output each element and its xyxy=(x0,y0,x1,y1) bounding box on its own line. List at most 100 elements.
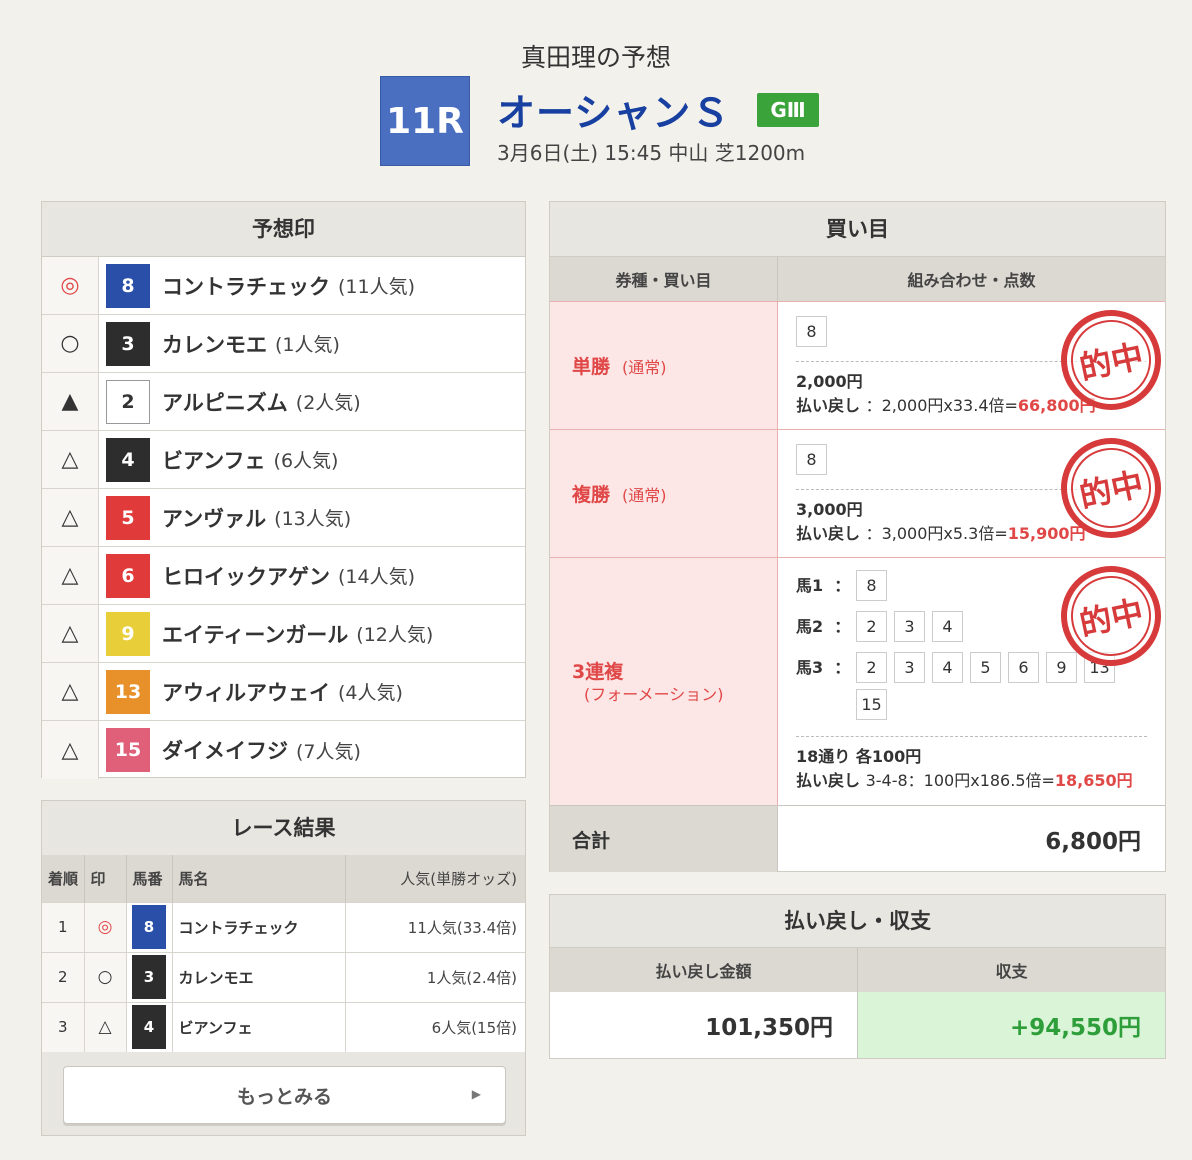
horse-name: エイティーンガール xyxy=(162,622,349,647)
race-name: オーシャンＳ xyxy=(497,91,731,135)
prediction-mark: △ xyxy=(42,547,99,604)
prediction-mark: △ xyxy=(84,1001,127,1052)
prediction-row: ▲ 2 アルピニズム (2人気) xyxy=(42,373,525,431)
col-balance: 収支 xyxy=(995,962,1028,981)
table-row: 2 ○ 3 カレンモエ 1人気(2.4倍) xyxy=(42,951,525,1002)
horse-name: カレンモエ xyxy=(172,951,347,1002)
popularity: (2人気) xyxy=(295,392,361,414)
summary-column-header: 払い戻し金額 収支 xyxy=(550,948,1165,992)
prediction-list: ◎ 8 コントラチェック (11人気) ○ 3 カレンモエ (1人気) ▲ 2 アルピニズム (2人気… xyxy=(42,257,525,779)
horse-name: アンヴァル xyxy=(162,506,267,531)
horse-name: コントラチェック xyxy=(172,901,347,952)
prediction-row: ○ 3 カレンモエ (1人気) xyxy=(42,315,525,373)
payout-line: 払い戻し 3-4-8：100円x186.5倍=18,650円 xyxy=(796,769,1147,793)
horse-number-cell: 4 xyxy=(126,1001,173,1052)
popularity: (1人気) xyxy=(275,334,340,356)
horse-number-box: 3 xyxy=(894,652,925,683)
balance-amount: +94,550円 xyxy=(858,992,1165,1058)
horse-number-box: 9 xyxy=(1046,652,1077,683)
race-info: 3月6日(土) 15:45 中山 芝1200m xyxy=(497,141,806,165)
rank: 2 xyxy=(42,951,85,1002)
payout-label: 払い戻し xyxy=(796,396,861,415)
horse-number-box: 8 xyxy=(796,444,827,475)
prediction-row: △ 5 アンヴァル (13人気) xyxy=(42,489,525,547)
horse-name: ビアンフェ xyxy=(162,448,266,473)
payout-summary-panel: 払い戻し・収支 払い戻し金額 収支 101,350円 +94,550円 xyxy=(549,894,1166,1059)
horse-name: アウィルアウェイ xyxy=(162,680,330,705)
popularity: (6人気) xyxy=(273,450,339,472)
prediction-row: ◎ 8 コントラチェック (11人気) xyxy=(42,257,525,315)
horse-number-box: 4 xyxy=(932,652,963,683)
payout-amount: 101,350円 xyxy=(550,992,858,1058)
horse-name: アルピニズム xyxy=(162,390,288,415)
horse3-label: 馬3 ： xyxy=(796,658,851,677)
popularity: 1人気(2.4倍) xyxy=(345,951,525,1002)
panel-title: 予想印 xyxy=(42,202,525,257)
bet-type: 単勝 (通常) xyxy=(550,302,778,429)
horse-number-badge: 4 xyxy=(106,437,150,482)
bet-row-win: 単勝 (通常) 8 2,000円 払い戻し ：2,000円x33.4倍=66,8… xyxy=(550,300,1171,429)
total-label: 合計 xyxy=(550,806,778,872)
bet-type-note: (フォーメーション) xyxy=(584,685,724,704)
predictor-title: 真田理の予想 xyxy=(520,43,671,72)
bet-amount: 18通り 各100円 xyxy=(796,747,922,766)
horse-number-box: 3 xyxy=(894,611,925,642)
bet-detail: 8 3,000円 払い戻し ：3,000円x5.3倍=15,900円 的中 xyxy=(778,428,1171,557)
col-horse-name: 馬名 xyxy=(172,855,347,902)
horse-number-badge: 3 xyxy=(106,321,150,366)
bet-row-place: 複勝 (通常) 8 3,000円 払い戻し ：3,000円x5.3倍=15,90… xyxy=(550,428,1171,557)
total-value: 6,800円 xyxy=(1045,829,1141,855)
bets-panel: 買い目 券種・買い目 組み合わせ・点数 単勝 (通常) 8 2,000円 払い戻… xyxy=(549,201,1171,872)
prediction-row: △ 15 ダイメイフジ (7人気) xyxy=(42,721,525,779)
table-row: 3 △ 4 ビアンフェ 6人気(15倍) xyxy=(42,1001,525,1052)
payout-calc: ：3,000円x5.3倍= xyxy=(865,524,1008,543)
horse-number-box: 5 xyxy=(970,652,1001,683)
horse-number-badge: 9 xyxy=(106,611,150,656)
horse-number-badge: 4 xyxy=(132,1005,166,1050)
horse-number-box: 4 xyxy=(932,611,963,642)
horse-number-badge: 8 xyxy=(132,905,166,949)
horse-name: ダイメイフジ xyxy=(162,739,288,763)
col-payout-amount: 払い戻し金額 xyxy=(550,948,858,992)
more-button-label: もっとみる xyxy=(236,1085,332,1108)
divider xyxy=(796,736,1147,737)
horse-name: カレンモエ xyxy=(162,332,267,357)
panel-title: 買い目 xyxy=(550,202,1165,257)
horse-number-box: 15 xyxy=(856,689,887,720)
horse-number-box: 2 xyxy=(856,611,887,642)
payout-calc: 3-4-8：100円x186.5倍= xyxy=(865,771,1055,790)
col-popularity: 人気(単勝オッズ) xyxy=(345,855,525,902)
horse-name: ビアンフェ xyxy=(172,1001,347,1052)
popularity: (11人気) xyxy=(338,276,416,298)
prediction-mark: △ xyxy=(42,663,99,720)
horse-number-box: 6 xyxy=(1008,652,1039,683)
panel-title: 払い戻し・収支 xyxy=(550,895,1165,948)
col-rank: 着順 xyxy=(42,855,85,902)
horse-number-badge: 13 xyxy=(106,669,150,714)
popularity: (7人気) xyxy=(296,740,361,763)
col-mark: 印 xyxy=(84,855,127,902)
horse-number-badge: 15 xyxy=(106,728,150,772)
col-combination: 組み合わせ・点数 xyxy=(907,271,1036,290)
payout-value: 15,900円 xyxy=(1007,524,1086,543)
horse-number-box: 8 xyxy=(856,570,887,601)
bet-type-note: (通常) xyxy=(622,485,667,505)
more-button[interactable]: もっとみる ▶ xyxy=(63,1066,506,1124)
summary-values: 101,350円 +94,550円 xyxy=(550,992,1165,1058)
prediction-mark: ○ xyxy=(84,951,127,1002)
horse-number-badge: 8 xyxy=(106,263,150,308)
prediction-mark: △ xyxy=(42,431,99,488)
bet-detail: 馬1 ： 8 馬2 ： 234 馬3 ： 2 3 4 5 6 9 13 15 18通り 各10… xyxy=(778,556,1171,805)
bet-type-label: 複勝 xyxy=(572,484,611,506)
bet-type-note: (通常) xyxy=(622,357,667,377)
horse-number-cell: 3 xyxy=(126,951,173,1002)
total-row: 合計 6,800円 xyxy=(550,805,1165,872)
bets-column-header: 券種・買い目 組み合わせ・点数 xyxy=(550,257,1165,301)
col-number: 馬番 xyxy=(126,855,173,902)
bet-type: 3連複 (フォーメーション) xyxy=(550,558,778,805)
race-header: 真田理の予想 11R オーシャンＳ GⅢ 3月6日(土) 15:45 中山 芝1… xyxy=(0,0,1192,190)
bet-row-trio: 3連複 (フォーメーション) 馬1 ： 8 馬2 ： 234 馬3 ： 2345… xyxy=(550,556,1171,805)
payout-calc: ：2,000円x33.4倍= xyxy=(865,396,1018,415)
bet-detail: 8 2,000円 払い戻し ：2,000円x33.4倍=66,800円 的中 xyxy=(778,300,1171,429)
horse-number-box: 8 xyxy=(796,316,827,347)
